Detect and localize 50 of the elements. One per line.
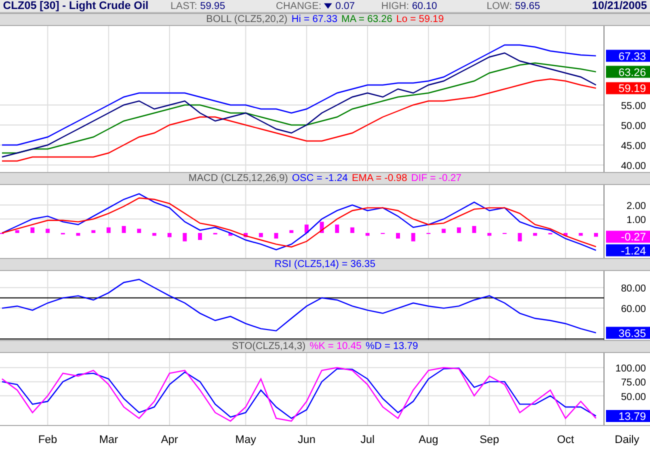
value-badge: 13.79 — [606, 410, 650, 423]
indicator-reading: Lo = 59.19 — [396, 14, 444, 25]
indicator-name: RSI (CLZ5,14) = 36.35 — [274, 259, 376, 270]
indicator-reading: OSC = -1.24 — [292, 173, 348, 184]
field-value: 60.10 — [412, 0, 438, 12]
field-label: HIGH: — [381, 0, 409, 12]
indicator-reading: Hi = 67.33 — [292, 14, 338, 25]
value-badge: 63.26 — [606, 66, 650, 79]
period-label: Daily — [614, 434, 640, 446]
month-label: May — [235, 434, 256, 446]
chart-date: 10/21/2005 — [592, 0, 648, 12]
value-badge: 67.33 — [606, 50, 650, 63]
field-label: CHANGE: — [276, 0, 322, 12]
indicator-name: STO(CLZ5,14,3) — [232, 341, 306, 352]
indicator-name: BOLL (CLZ5,20,2) — [206, 14, 288, 25]
value-badge: -1.24 — [606, 244, 650, 258]
month-label: Sep — [480, 434, 500, 446]
indicator-reading: %D = 13.79 — [366, 341, 418, 352]
axis-label: 1.00 — [626, 214, 646, 226]
value-badge: 36.35 — [606, 326, 650, 340]
indicator-reading: %K = 10.45 — [310, 341, 362, 352]
month-label: Jun — [298, 434, 316, 446]
month-label: Feb — [38, 434, 58, 446]
value-badge: -0.27 — [606, 230, 650, 244]
indicator-reading: DIF = -0.27 — [411, 173, 462, 184]
month-label: Aug — [418, 434, 438, 446]
axis-label: 50.00 — [620, 121, 646, 132]
month-label: Apr — [160, 434, 178, 446]
axis-label: 60.00 — [620, 304, 646, 316]
field-value: 59.65 — [514, 0, 540, 12]
field-label: LOW: — [486, 0, 512, 12]
chart-title: CLZ05 [30] - Light Crude Oil — [3, 0, 150, 12]
axis-label: 75.00 — [620, 378, 646, 389]
axis-label: 2.00 — [626, 201, 646, 212]
indicator-reading: EMA = -0.98 — [352, 173, 408, 184]
value-badge: 59.19 — [606, 82, 650, 96]
axis-label: 100.00 — [615, 364, 646, 375]
field-value: 59.95 — [200, 0, 226, 12]
month-label: Mar — [99, 434, 118, 446]
indicator-reading: MA = 63.26 — [341, 14, 392, 25]
field-label: LAST: — [170, 0, 198, 12]
axis-label: 50.00 — [620, 392, 646, 403]
axis-label: 55.00 — [620, 101, 646, 112]
field-value: 0.07 — [335, 0, 355, 12]
month-label: Jul — [360, 434, 375, 446]
indicator-name: MACD (CLZ5,12,26,9) — [188, 173, 288, 184]
axis-label: 45.00 — [620, 141, 646, 152]
month-label: Oct — [556, 434, 574, 446]
axis-label: 80.00 — [620, 284, 646, 295]
axis-label: 40.00 — [620, 161, 646, 172]
